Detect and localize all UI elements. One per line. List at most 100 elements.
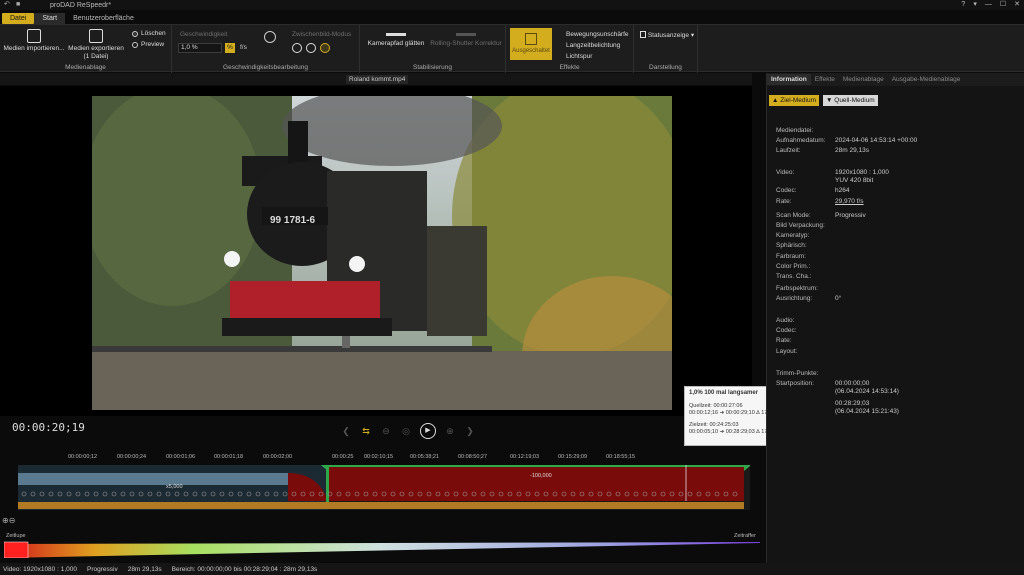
status-bar: Video: 1920x1080 : 1,000 Progressiv 28m … <box>0 563 1024 575</box>
time-lapse-label: Zeitraffer <box>734 533 756 539</box>
tab-effects[interactable]: Effekte <box>811 74 839 85</box>
segment-speed-1: x5,000 <box>166 484 183 490</box>
ruler-label: 00:00:01;06 <box>166 454 196 460</box>
info-key: Mediendatei: <box>776 127 814 134</box>
info-key: Rate: <box>776 198 792 205</box>
info-value: (06.04.2024 14:53:14) <box>835 388 899 395</box>
rolling-shutter-label: Rolling-Shutter Korrektur <box>430 40 502 47</box>
delete-radio[interactable]: Löschen <box>132 30 166 37</box>
export-sub: (1 Datei) <box>83 53 109 60</box>
options-icon[interactable]: ▾ <box>973 0 977 10</box>
status-scan: Progressiv <box>86 565 118 573</box>
effects-off-button[interactable]: Ausgeschaltet <box>510 28 552 60</box>
next-icon[interactable]: ❯ <box>464 425 476 437</box>
medium-toggle: ▲ Ziel-Medium ▼ Quell-Medium <box>769 95 878 106</box>
long-exposure-item[interactable]: Langzeitbelichtung <box>566 40 629 51</box>
skip-forward-icon[interactable]: ⊕ <box>444 425 456 437</box>
ruler-label: 00:15:29;09 <box>558 454 588 460</box>
video-filename: Roland kommt.mp4 <box>346 75 409 84</box>
group-stabilization: Kamerapfad glätten Rolling-Shutter Korre… <box>360 25 506 73</box>
interframe-modes <box>292 43 330 53</box>
ruler-label: 00:00:02;00 <box>263 454 293 460</box>
info-value: YUV 420 8bit <box>835 177 874 184</box>
speed-input[interactable]: 1,0 % <box>178 43 222 53</box>
segment-speed-2: -100,000 <box>530 473 552 479</box>
speed-track[interactable] <box>18 461 756 510</box>
light-trail-item[interactable]: Lichtspur <box>566 51 629 62</box>
info-value: 1920x1080 : 1,000 <box>835 169 889 176</box>
rolling-icon <box>456 33 476 36</box>
tab-media[interactable]: Medienablage <box>839 74 888 85</box>
time-ruler[interactable]: 00:00:00;12 00:00:00;24 00:00:01;06 00:0… <box>18 454 760 464</box>
play-button[interactable]: ▶ <box>420 423 436 439</box>
motion-blur-item[interactable]: Bewegungsunschärfe <box>566 29 629 40</box>
clock-icon[interactable] <box>264 31 276 43</box>
tab-information[interactable]: Information <box>767 74 811 85</box>
export-button[interactable]: Medien exportieren (1 Datei) <box>64 29 128 61</box>
info-value: 0° <box>835 295 842 302</box>
help-icon[interactable]: ? <box>961 0 965 10</box>
tab-file[interactable]: Datei <box>2 12 35 24</box>
mode-off-icon[interactable] <box>292 43 302 53</box>
effects-off-label: Ausgeschaltet <box>512 48 550 54</box>
info-key: Codec: <box>776 327 797 334</box>
tab-ui[interactable]: Benutzeroberfläche <box>65 13 142 24</box>
info-key: Audio: <box>776 317 795 324</box>
effects-group-label: Effekte <box>559 64 580 71</box>
back-icon[interactable]: ↶ <box>4 1 12 9</box>
close-icon[interactable]: ✕ <box>1014 0 1020 10</box>
export-label: Medien exportieren <box>68 45 124 52</box>
maximize-icon[interactable]: ☐ <box>1000 0 1006 10</box>
info-key: Sphärisch: <box>776 242 807 249</box>
target-medium-button[interactable]: ▲ Ziel-Medium <box>769 95 820 106</box>
skip-back-icon[interactable]: ⊖ <box>380 425 392 437</box>
ruler-label: 00:18:55;15 <box>606 454 636 460</box>
ruler-label: 00:00:00;24 <box>117 454 147 460</box>
group-media: Medien importieren... Medien exportieren… <box>0 25 172 73</box>
info-key: Farbraum: <box>776 253 806 260</box>
display-group-label: Darstellung <box>649 64 682 71</box>
video-frame: 99 1781-6 <box>92 96 672 410</box>
tab-start[interactable]: Start <box>34 12 66 24</box>
status-video: Video: 1920x1080 : 1,000 <box>3 565 77 573</box>
minimize-icon[interactable]: — <box>985 0 992 10</box>
tab-output-media[interactable]: Ausgabe-Medienablage <box>888 74 965 85</box>
info-key: Aufnahmedatum: <box>776 137 826 144</box>
mode-optical-icon[interactable] <box>320 43 330 53</box>
info-key: Farbspektrum: <box>776 285 818 292</box>
status-duration: 28m 29,13s <box>127 565 162 573</box>
stop-icon[interactable]: ◎ <box>400 425 412 437</box>
speed-gradient[interactable] <box>4 540 760 558</box>
info-key: Kameratyp: <box>776 232 810 239</box>
app-icon: ■ <box>16 1 21 8</box>
preview-radio[interactable]: Preview <box>132 41 164 48</box>
info-key: Video: <box>776 169 795 176</box>
zoom-in-icon[interactable]: ⊕ <box>2 516 9 525</box>
title-bar: ↶ ■ proDAD ReSpeedr* ? ▾ — ☐ ✕ <box>0 0 1024 10</box>
train-image: 99 1781-6 <box>92 96 672 410</box>
status-display-button[interactable]: Statusanzeige ▾ <box>640 31 694 39</box>
effects-list: Bewegungsunschärfe Langzeitbelichtung Li… <box>566 29 629 62</box>
source-medium-button[interactable]: ▼ Quell-Medium <box>823 95 878 106</box>
info-value: 2024-04-06 14:53:14 +00:00 <box>835 137 918 144</box>
import-button[interactable]: Medien importieren... <box>2 29 66 53</box>
zoom-out-icon[interactable]: ⊖ <box>9 516 16 525</box>
percent-button[interactable]: % <box>225 43 235 53</box>
info-value: 00:28:29;03 <box>835 400 870 407</box>
ruler-label: 00:12:19;03 <box>510 454 540 460</box>
prev-icon[interactable]: ❮ <box>340 425 352 437</box>
ruler-label: 00:00:25 <box>332 454 354 460</box>
source-medium-label: Quell-Medium <box>834 97 875 104</box>
info-value: 29,970 f/s <box>835 198 864 205</box>
radio-dot <box>132 30 138 37</box>
doc-icon <box>640 31 646 38</box>
mode-blend-icon[interactable] <box>306 43 316 53</box>
timeline[interactable]: 00:00:00;12 00:00:00;24 00:00:01;06 00:0… <box>0 448 760 518</box>
info-key: Rate: <box>776 337 792 344</box>
fs-label[interactable]: f/s <box>240 44 247 51</box>
info-value: 00:00:00;00 <box>835 380 870 387</box>
rolling-shutter-button[interactable]: Rolling-Shutter Korrektur <box>428 33 504 48</box>
camera-smooth-button[interactable]: Kamerapfad glätten <box>364 33 428 48</box>
loop-icon[interactable]: ⇆ <box>360 425 372 437</box>
info-key: Trans. Cha.: <box>776 273 812 280</box>
